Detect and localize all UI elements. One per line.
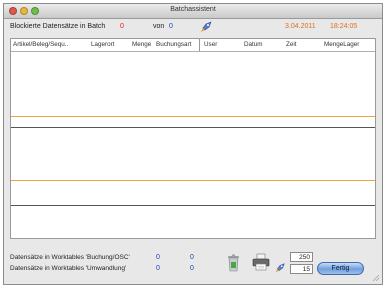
batch-table[interactable]: Artikel/Beleg/Sequ.. Lagerort Menge Buch… (10, 38, 376, 239)
worktable-buchung-value-2: 0 (190, 254, 194, 261)
row-separator (11, 205, 375, 206)
window-title: Batchassistent (170, 6, 216, 13)
column-separator (199, 39, 200, 51)
batch-size-input[interactable] (290, 252, 313, 262)
row-separator-orange (11, 116, 375, 117)
resize-grip-icon[interactable] (372, 274, 380, 282)
total-records-count: 0 (169, 23, 173, 30)
column-header-datum[interactable]: Datum (244, 41, 263, 48)
rocket-icon[interactable] (274, 262, 286, 274)
time-display: 18:24:05 (330, 23, 358, 30)
trash-icon[interactable] (227, 254, 240, 272)
batch-window: Batchassistent Blockierte Datensätze in … (3, 3, 383, 285)
column-header-artikel[interactable]: Artikel/Beleg/Sequ.. (13, 41, 68, 48)
von-label: von (153, 23, 165, 30)
printer-icon[interactable] (252, 253, 270, 271)
worktable-umwandlung-label: Datensätze in Worktables 'Umwandlung' (10, 265, 127, 272)
blocked-records-count: 0 (120, 23, 124, 30)
fertig-button[interactable]: Fertig (317, 262, 364, 275)
table-header: Artikel/Beleg/Sequ.. Lagerort Menge Buch… (11, 39, 375, 52)
column-header-menge[interactable]: Menge (132, 41, 151, 48)
rocket-icon[interactable] (199, 20, 213, 34)
title-bar[interactable]: Batchassistent (4, 4, 382, 19)
blocked-records-label: Blockierte Datensätze in Batch (10, 23, 106, 30)
worktable-umwandlung-value-1: 0 (156, 265, 160, 272)
worktable-umwandlung-value-2: 0 (190, 265, 194, 272)
column-header-buchungsart[interactable]: Buchungsart (156, 41, 191, 48)
row-separator (11, 127, 375, 128)
row-separator-orange (11, 180, 375, 181)
interval-input[interactable] (290, 264, 313, 274)
column-header-lagerort[interactable]: Lagerort (91, 41, 114, 48)
column-header-mengelager[interactable]: MengeLager (324, 41, 359, 48)
column-header-user[interactable]: User (204, 41, 217, 48)
date-display: 3.04.2011 (285, 23, 316, 30)
worktable-buchung-value-1: 0 (156, 254, 160, 261)
column-header-zeit[interactable]: Zeit (286, 41, 297, 48)
worktable-buchung-label: Datensätze in Worktables 'Buchung/OSC' (10, 254, 130, 261)
